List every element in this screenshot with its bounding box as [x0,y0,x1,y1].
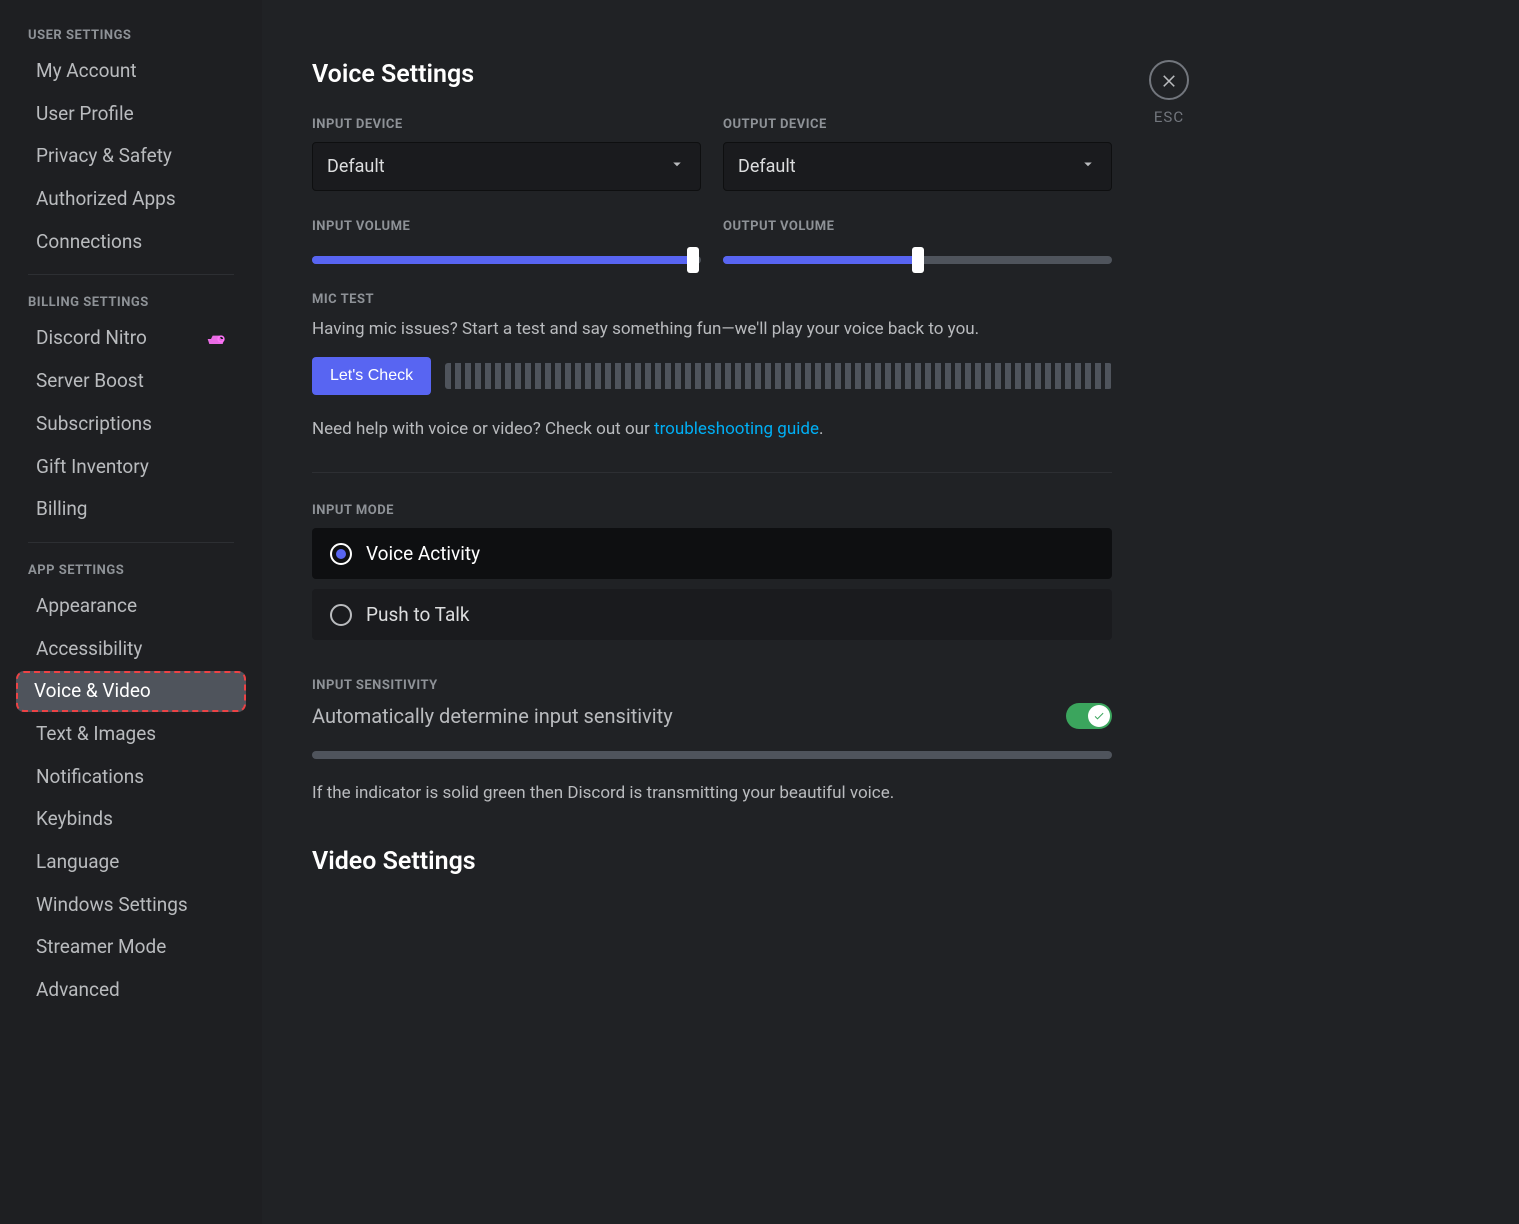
input-mode-option[interactable]: Voice Activity [312,528,1112,579]
sidebar-item-label: Text & Images [36,722,156,747]
video-settings-title: Video Settings [312,847,1112,876]
input-mode-option[interactable]: Push to Talk [312,589,1112,640]
radio-dot [336,549,346,559]
sidebar-item-my-account[interactable]: My Account [18,51,244,92]
sidebar-item-gift-inventory[interactable]: Gift Inventory [18,447,244,488]
input-device-label: INPUT DEVICE [312,117,701,132]
sidebar-item-label: Advanced [36,978,120,1003]
sidebar-item-label: Windows Settings [36,893,188,918]
sidebar-item-authorized-apps[interactable]: Authorized Apps [18,179,244,220]
input-device-value: Default [327,156,385,177]
sidebar-item-label: Server Boost [36,369,144,394]
input-device-field: INPUT DEVICE Default [312,117,701,191]
sidebar: USER SETTINGS My Account User Profile Priva… [0,0,262,1224]
output-device-value: Default [738,156,796,177]
input-mode-group: Voice Activity Push to Talk [312,528,1112,640]
sidebar-item-user-profile[interactable]: User Profile [18,94,244,135]
sidebar-item-label: Streamer Mode [36,935,166,960]
sidebar-item-keybinds[interactable]: Keybinds [18,799,244,840]
troubleshooting-link[interactable]: troubleshooting guide [654,419,819,439]
radio-circle-icon [330,604,352,626]
close-icon [1160,71,1178,89]
sidebar-item-privacy-safety[interactable]: Privacy & Safety [18,136,244,177]
sidebar-item-label: Appearance [36,594,137,619]
close-button[interactable] [1149,60,1189,100]
troubleshoot-text: Need help with voice or video? Check out… [312,417,1112,443]
sidebar-item-text-images[interactable]: Text & Images [18,714,244,755]
sidebar-item-label: Accessibility [36,637,142,662]
sidebar-item-label: Billing [36,497,87,522]
troubleshoot-prefix: Need help with voice or video? Check out… [312,419,654,439]
sidebar-item-label: Connections [36,230,142,255]
sensitivity-indicator [312,751,1112,759]
slider-fill [312,256,693,264]
check-icon [1093,710,1105,722]
sidebar-item-streamer-mode[interactable]: Streamer Mode [18,927,244,968]
sidebar-item-label: Gift Inventory [36,455,149,480]
output-volume-slider[interactable] [723,256,1112,264]
sidebar-item-windows-settings[interactable]: Windows Settings [18,885,244,926]
page-title: Voice Settings [312,60,1112,89]
sidebar-item-language[interactable]: Language [18,842,244,883]
sidebar-item-notifications[interactable]: Notifications [18,757,244,798]
radio-label: Push to Talk [366,603,470,626]
sidebar-item-accessibility[interactable]: Accessibility [18,629,244,670]
sidebar-item-subscriptions[interactable]: Subscriptions [18,404,244,445]
nitro-icon [206,332,226,346]
sidebar-item-discord-nitro[interactable]: Discord Nitro [18,318,244,359]
lets-check-button[interactable]: Let's Check [312,357,431,395]
sidebar-item-label: Privacy & Safety [36,144,172,169]
sidebar-item-label: Notifications [36,765,144,790]
input-volume-field: INPUT VOLUME [312,219,701,264]
auto-sensitivity-toggle[interactable] [1066,703,1112,729]
sidebar-item-advanced[interactable]: Advanced [18,970,244,1011]
radio-label: Voice Activity [366,542,480,565]
input-volume-slider[interactable] [312,256,701,264]
sidebar-item-connections[interactable]: Connections [18,222,244,263]
chevron-down-icon [1079,155,1097,178]
divider [312,472,1112,473]
sidebar-item-label: My Account [36,59,137,84]
sidebar-item-label: Language [36,850,119,875]
sidebar-item-voice-video[interactable]: Voice & Video [16,671,246,712]
sidebar-item-billing[interactable]: Billing [18,489,244,530]
input-volume-label: INPUT VOLUME [312,219,701,234]
chevron-down-icon [668,155,686,178]
close-label: ESC [1154,108,1184,126]
sidebar-divider [28,542,234,543]
troubleshoot-suffix: . [819,419,823,439]
sidebar-item-appearance[interactable]: Appearance [18,586,244,627]
slider-thumb[interactable] [687,247,699,273]
radio-circle-icon [330,543,352,565]
auto-sensitivity-label: Automatically determine input sensitivit… [312,704,673,728]
input-device-select[interactable]: Default [312,142,701,191]
sidebar-item-label: Keybinds [36,807,113,832]
sidebar-item-label: Discord Nitro [36,326,147,351]
mic-test-help: Having mic issues? Start a test and say … [312,317,1112,343]
output-device-field: OUTPUT DEVICE Default [723,117,1112,191]
input-mode-label: INPUT MODE [312,503,1112,518]
sidebar-item-label: Voice & Video [34,679,151,704]
mic-test-label: MIC TEST [312,292,1112,307]
input-sensitivity-label: INPUT SENSITIVITY [312,678,1112,693]
mic-level-indicator [445,363,1112,389]
output-device-label: OUTPUT DEVICE [723,117,1112,132]
sidebar-item-label: Subscriptions [36,412,152,437]
content-area: ESC Voice Settings INPUT DEVICE Default … [262,0,1519,1224]
sidebar-item-server-boost[interactable]: Server Boost [18,361,244,402]
toggle-knob [1088,705,1110,727]
slider-thumb[interactable] [912,247,924,273]
sidebar-section-header: USER SETTINGS [10,20,252,49]
output-device-select[interactable]: Default [723,142,1112,191]
sidebar-divider [28,274,234,275]
output-volume-field: OUTPUT VOLUME [723,219,1112,264]
sensitivity-help: If the indicator is solid green then Dis… [312,781,1112,807]
sidebar-item-label: Authorized Apps [36,187,176,212]
slider-fill [723,256,918,264]
sidebar-item-label: User Profile [36,102,134,127]
sidebar-section-header: APP SETTINGS [10,555,252,584]
close-wrap: ESC [1149,60,1189,126]
sidebar-section-header: BILLING SETTINGS [10,287,252,316]
output-volume-label: OUTPUT VOLUME [723,219,1112,234]
